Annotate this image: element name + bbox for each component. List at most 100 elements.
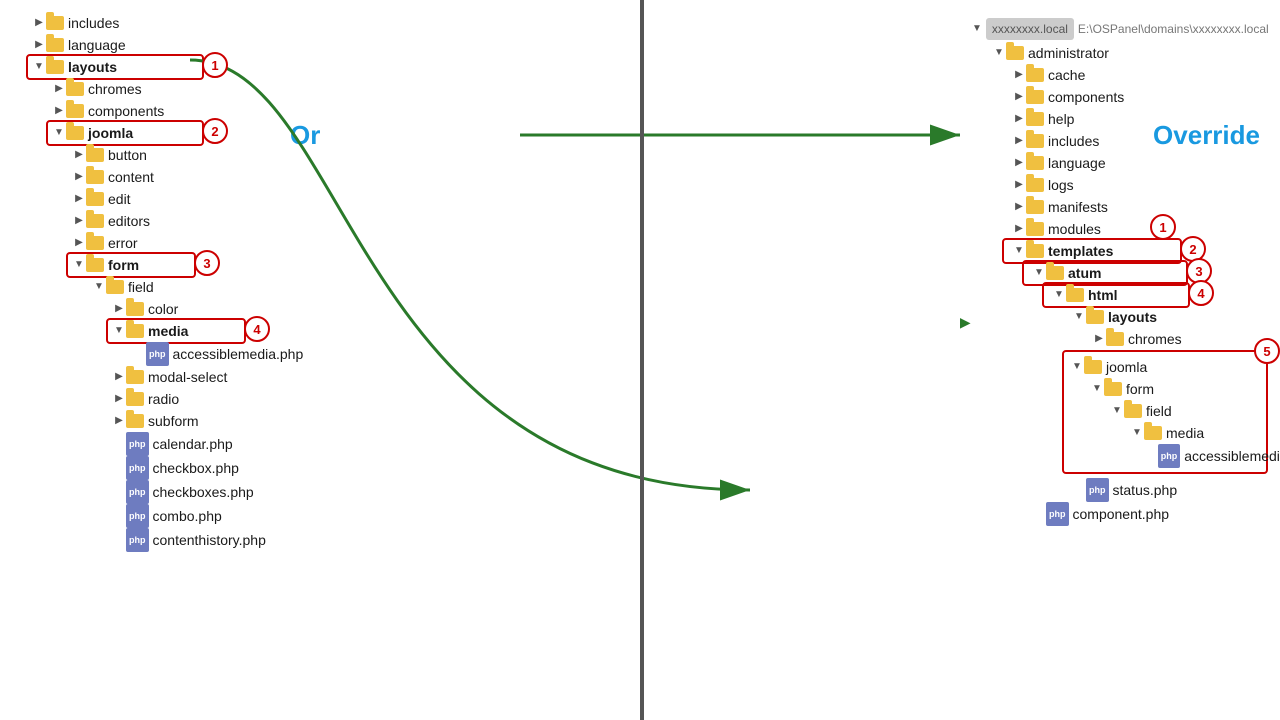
list-item[interactable]: ▶ language — [972, 152, 1268, 174]
chevron-icon[interactable]: ▼ — [1070, 356, 1084, 378]
list-item[interactable]: ▶ includes — [972, 130, 1268, 152]
list-item[interactable]: ▶ php calendar.php — [12, 432, 308, 456]
chevron-icon[interactable]: ▼ — [52, 122, 66, 144]
chevron-icon[interactable]: ▶ — [1012, 174, 1026, 196]
badge-r4: 4 — [1188, 280, 1214, 306]
item-label: joomla — [1106, 356, 1147, 378]
chevron-icon[interactable]: ▶ — [1092, 328, 1106, 350]
badge-r1: 1 — [1150, 214, 1176, 240]
folder-icon — [46, 60, 64, 74]
chevron-icon[interactable]: ▼ — [92, 276, 106, 298]
list-item[interactable]: ▼ templates — [972, 240, 1268, 262]
chevron-icon[interactable]: ▶ — [52, 100, 66, 122]
list-item[interactable]: ▼ form — [1070, 378, 1260, 400]
chevron-icon[interactable]: ▼ — [1072, 306, 1086, 328]
list-item[interactable]: ▶ php combo.php — [12, 504, 308, 528]
list-item[interactable]: ▶ php accessiblemedia.php — [12, 342, 308, 366]
list-item[interactable]: ▶ language — [12, 34, 308, 56]
list-item[interactable]: ▶ content — [12, 166, 308, 188]
list-item[interactable]: ▼ field — [12, 276, 308, 298]
chevron-icon[interactable]: ▼ — [1110, 400, 1124, 422]
list-item[interactable]: ▶ components — [972, 86, 1268, 108]
chevron-icon[interactable]: ▶ — [1012, 218, 1026, 240]
list-item[interactable]: ▼ joomla — [1070, 356, 1260, 378]
chevron-icon[interactable]: ▶ — [112, 298, 126, 320]
folder-icon — [126, 414, 144, 428]
chevron-icon[interactable]: ▶ — [72, 144, 86, 166]
list-item[interactable]: ▶ error — [12, 232, 308, 254]
chevron-icon[interactable]: ▶ — [32, 34, 46, 56]
list-item[interactable]: ▶ subform — [12, 410, 308, 432]
list-item[interactable]: ▼ layouts — [972, 306, 1268, 328]
chevron-icon[interactable]: ▶ — [72, 210, 86, 232]
list-item[interactable]: ▶ color — [12, 298, 308, 320]
list-item[interactable]: ▶ php status.php — [972, 478, 1268, 502]
chevron-icon[interactable]: ▶ — [1012, 152, 1026, 174]
list-item[interactable]: ▼ form — [12, 254, 308, 276]
list-item[interactable]: ▶ modules — [972, 218, 1268, 240]
list-item[interactable]: ▶ php accessiblemedia.php — [1070, 444, 1260, 468]
main-container: Original ▶ includes ▶ language ▼ layouts — [0, 0, 1280, 720]
chevron-icon[interactable]: ▶ — [112, 388, 126, 410]
chevron-icon[interactable]: ▶ — [112, 366, 126, 388]
chevron-icon[interactable]: ▼ — [1130, 422, 1144, 444]
list-item[interactable]: ▶ components — [12, 100, 308, 122]
item-label: calendar.php — [153, 433, 233, 455]
item-label: component.php — [1073, 503, 1170, 525]
item-label: combo.php — [153, 505, 222, 527]
item-label: accessiblemedia.php — [1184, 445, 1280, 467]
list-item[interactable]: ▼ layouts — [12, 56, 308, 78]
list-item[interactable]: ▶ chromes — [972, 328, 1268, 350]
chevron-icon[interactable]: ▼ — [1052, 284, 1066, 306]
chevron-icon[interactable]: ▶ — [1012, 86, 1026, 108]
list-item[interactable]: ▼ joomla — [12, 122, 308, 144]
php-badge: php — [146, 342, 169, 366]
list-item[interactable]: ▶ php contenthistory.php — [12, 528, 308, 552]
item-label: error — [108, 232, 138, 254]
list-item[interactable]: ▶ modal-select — [12, 366, 308, 388]
list-item[interactable]: ▶ php checkbox.php — [12, 456, 308, 480]
chevron-icon[interactable]: ▶ — [1012, 130, 1026, 152]
folder-icon — [126, 302, 144, 316]
chevron-icon[interactable]: ▼ — [1090, 378, 1104, 400]
chevron-icon[interactable]: ▶ — [112, 410, 126, 432]
chevron-icon[interactable]: ▶ — [1012, 196, 1026, 218]
list-item[interactable]: ▶ logs — [972, 174, 1268, 196]
list-item[interactable]: ▶ radio — [12, 388, 308, 410]
chevron-icon[interactable]: ▶ — [52, 78, 66, 100]
item-label: components — [88, 100, 164, 122]
chevron-icon[interactable]: ▼ — [1012, 240, 1026, 262]
list-item[interactable]: ▼ field — [1070, 400, 1260, 422]
list-item[interactable]: ▼ html — [972, 284, 1268, 306]
chevron-icon[interactable]: ▶ — [32, 12, 46, 34]
item-label: editors — [108, 210, 150, 232]
chevron-icon[interactable]: ▼ — [32, 56, 46, 78]
folder-icon — [126, 392, 144, 406]
list-item[interactable]: ▼ media — [1070, 422, 1260, 444]
chevron-icon[interactable]: ▶ — [1012, 108, 1026, 130]
item-label: html — [1088, 284, 1118, 306]
list-item[interactable]: ▶ editors — [12, 210, 308, 232]
arrow-target: ▶ — [960, 312, 970, 333]
chevron-icon[interactable]: ▼ — [72, 254, 86, 276]
list-item[interactable]: ▶ help — [972, 108, 1268, 130]
list-item[interactable]: ▼ administrator — [972, 42, 1268, 64]
chevron-icon[interactable]: ▼ — [1032, 262, 1046, 284]
list-item[interactable]: ▶ cache — [972, 64, 1268, 86]
chevron-icon[interactable]: ▼ — [972, 18, 982, 40]
chevron-icon[interactable]: ▶ — [72, 232, 86, 254]
list-item[interactable]: ▶ includes — [12, 12, 308, 34]
chevron-icon[interactable]: ▶ — [1012, 64, 1026, 86]
list-item[interactable]: ▶ edit — [12, 188, 308, 210]
list-item[interactable]: ▶ php checkboxes.php — [12, 480, 308, 504]
list-item[interactable]: ▶ button — [12, 144, 308, 166]
list-item[interactable]: ▶ chromes — [12, 78, 308, 100]
list-item[interactable]: ▼ atum — [972, 262, 1268, 284]
folder-icon — [126, 370, 144, 384]
list-item[interactable]: ▶ php component.php — [972, 502, 1268, 526]
list-item[interactable]: ▶ manifests — [972, 196, 1268, 218]
chevron-icon[interactable]: ▼ — [112, 320, 126, 342]
chevron-icon[interactable]: ▶ — [72, 188, 86, 210]
chevron-icon[interactable]: ▼ — [992, 42, 1006, 64]
chevron-icon[interactable]: ▶ — [72, 166, 86, 188]
